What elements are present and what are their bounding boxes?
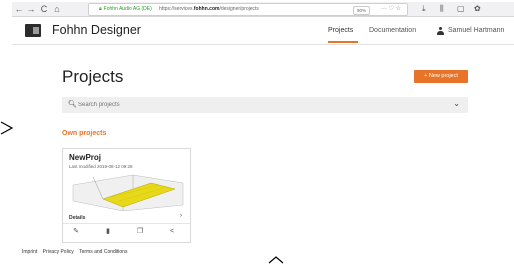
search-input[interactable] [78,99,438,110]
url-bar[interactable]: 🔒︎ Fohhn Audio AG (DE) https://services.f… [88,3,408,16]
last-modified: Last modified 2019-08-12 09:28 [69,164,133,169]
footer-privacy-link[interactable]: Privacy Policy [43,249,74,255]
extension-icon[interactable]: ✿ [474,3,481,15]
browser-toolbar: ← → C ⌂ 🔒︎ Fohhn Audio AG (DE) https://se… [12,2,514,17]
share-icon[interactable]: < [167,227,177,237]
edit-icon[interactable]: ✎ [71,227,81,237]
nav-projects[interactable]: Projects [328,27,353,34]
duplicate-icon[interactable]: ❐ [135,227,145,237]
page-title: Projects [62,67,124,86]
project-thumbnail[interactable] [63,171,190,211]
page-actions[interactable]: ··· ♡ ☆ [381,4,401,15]
project-card[interactable]: NewProj Last modified 2019-08-12 09:28 D… [62,148,191,243]
annotation-arrow-icon [268,256,284,264]
download-icon[interactable]: ⤓ [422,3,426,15]
home-icon[interactable]: ⌂ [52,3,62,15]
annotation-arrow-icon [0,121,14,135]
footer: Imprint Privacy Policy Terms and Conditi… [22,249,131,255]
forward-icon[interactable]: → [26,3,36,15]
app-header: Fohhn Designer Projects Documentation Sa… [12,17,514,45]
lock-icon: 🔒︎ [99,6,102,12]
details-label[interactable]: Details [69,215,85,221]
new-project-button[interactable]: + New project [414,70,468,83]
search-icon: 🔍︎ [68,101,77,108]
user-name[interactable]: Samuel Hartmann [448,27,504,34]
back-icon[interactable]: ← [14,3,24,15]
nav-active-indicator [328,41,358,43]
brand-title[interactable]: Fohhn Designer [52,23,141,37]
delete-icon[interactable]: ▮ [103,227,113,237]
chevron-down-icon[interactable]: ⌄ [453,99,460,108]
url-text: https://services.fohhn.com/designer/proj… [159,6,259,12]
site-identity: Fohhn Audio AG (DE) [103,6,152,12]
footer-imprint-link[interactable]: Imprint [22,249,37,255]
library-icon[interactable]: ⫼ [440,3,444,15]
search-bar[interactable]: 🔍︎ ⌄ [62,97,468,113]
fohhn-logo-icon[interactable] [25,24,41,37]
zoom-indicator[interactable]: 90% [353,6,371,15]
nav-documentation[interactable]: Documentation [369,27,416,34]
user-icon[interactable] [437,27,444,35]
project-name[interactable]: NewProj [69,153,101,162]
chevron-right-icon[interactable]: › [180,213,182,219]
reload-icon[interactable]: C [39,3,49,15]
card-divider [63,223,190,224]
footer-terms-link[interactable]: Terms and Conditions [79,249,127,255]
sidebar-icon[interactable]: ▢ [457,3,465,15]
section-heading: Own projects [62,130,107,137]
